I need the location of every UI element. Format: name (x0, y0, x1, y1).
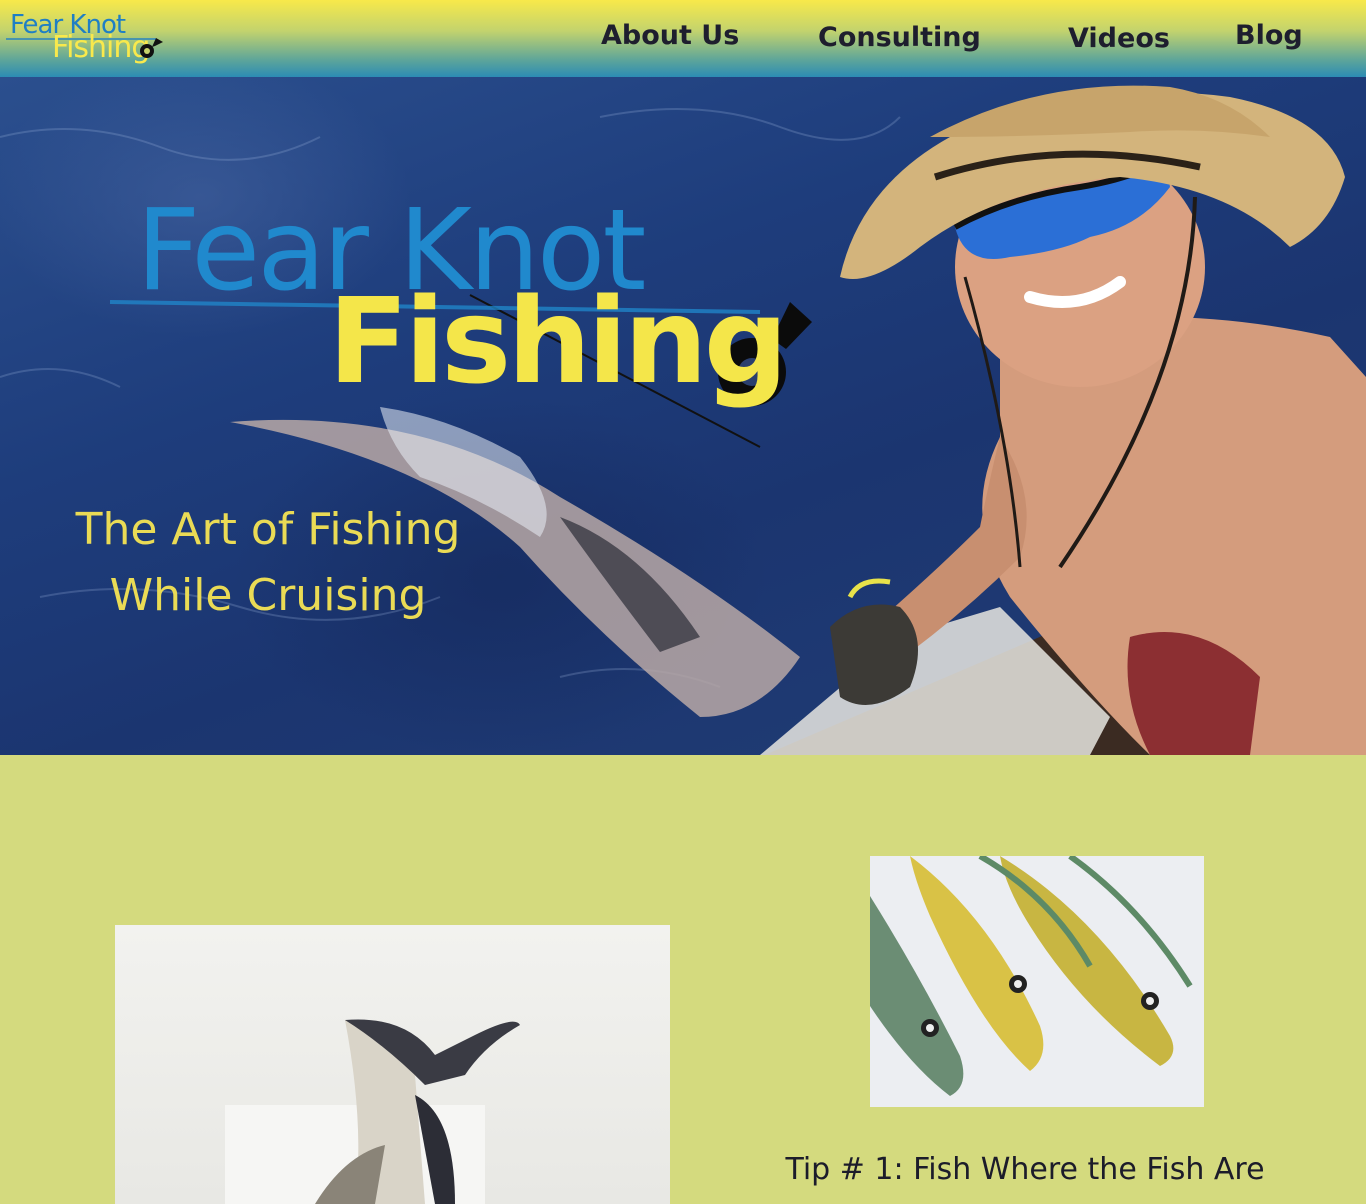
tagline-line-1: The Art of Fishing (75, 504, 461, 555)
tip-title-link[interactable]: Tip # 1: Fish Where the Fish Are (760, 1152, 1290, 1187)
site-header: Fear Knot Fishing About Us Consulting Vi… (0, 0, 1366, 77)
logo-text-bottom: Fishing (52, 30, 150, 65)
hero-banner: Fear Knot Fishing The Art of Fishing Whi… (0, 77, 1366, 755)
nav-link-about-us[interactable]: About Us (601, 20, 739, 51)
fish-hook-icon (140, 38, 163, 58)
tuna-photo[interactable] (115, 925, 670, 1204)
hero-tagline: The Art of Fishing While Cruising (40, 497, 496, 629)
mahi-mahi-photo[interactable] (870, 856, 1204, 1107)
tagline-line-2: While Cruising (109, 570, 427, 621)
hero-logo-text-bottom: Fishing (328, 272, 788, 410)
hero-photo (0, 85, 1366, 755)
tuna-image (225, 1019, 520, 1204)
site-logo[interactable]: Fear Knot Fishing (4, 6, 164, 72)
nav-link-blog[interactable]: Blog (1235, 20, 1303, 51)
nav-link-videos[interactable]: Videos (1068, 23, 1170, 54)
mahi-mahi-image (870, 856, 1204, 1107)
nav-link-consulting[interactable]: Consulting (818, 22, 981, 53)
